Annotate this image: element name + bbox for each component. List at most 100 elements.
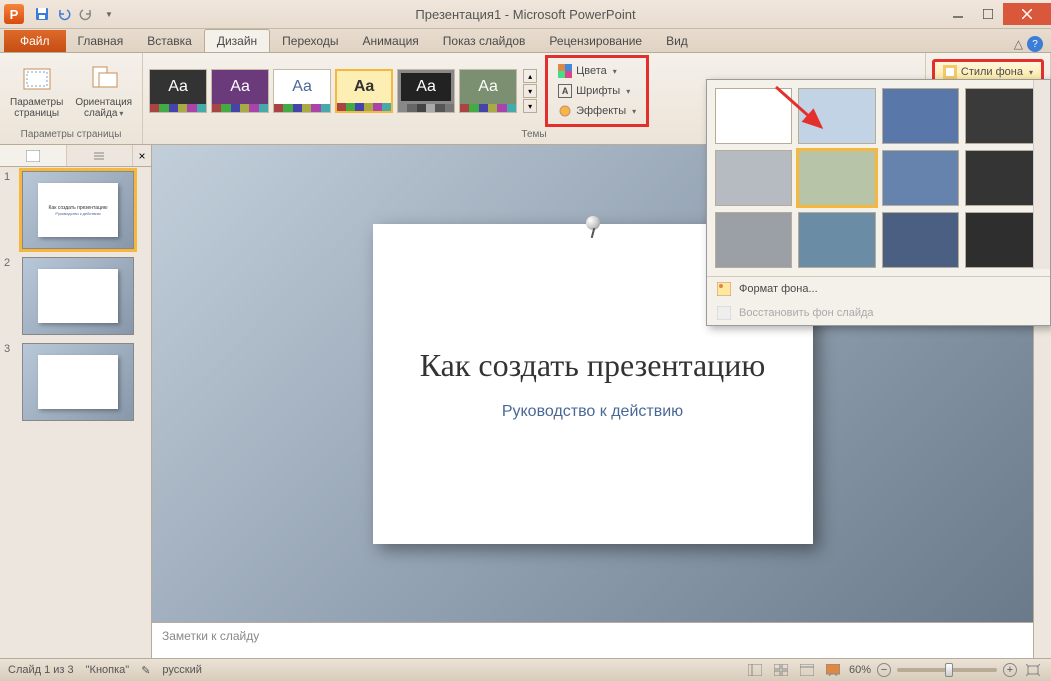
tab-home[interactable]: Главная — [66, 30, 136, 52]
orientation-button[interactable]: Ориентация слайда▾ — [71, 61, 136, 121]
theme-4[interactable]: Aa — [335, 69, 393, 113]
slide-title[interactable]: Как создать презентацию — [420, 346, 766, 384]
bg-swatch-8[interactable] — [965, 150, 1042, 206]
theme-gallery-up[interactable]: ▴ — [523, 69, 537, 83]
popup-scrollbar[interactable] — [1033, 80, 1050, 269]
zoom-slider-thumb[interactable] — [945, 663, 953, 677]
slide-thumbnail-3[interactable] — [22, 343, 134, 421]
minimize-button[interactable] — [943, 3, 973, 25]
page-setup-button[interactable]: Параметры страницы — [6, 61, 67, 121]
fonts-button[interactable]: AШрифты▾ — [552, 82, 642, 100]
spellcheck-icon[interactable]: ✎ — [141, 664, 150, 677]
fit-window-icon[interactable] — [1023, 662, 1043, 678]
tab-review[interactable]: Рецензирование — [537, 30, 654, 52]
bg-swatch-7[interactable] — [882, 150, 959, 206]
tab-insert[interactable]: Вставка — [135, 30, 204, 52]
bg-swatch-11[interactable] — [882, 212, 959, 268]
theme-options-group: Цвета▾ AШрифты▾ Эффекты▾ — [545, 55, 649, 127]
theme-3[interactable]: Aa — [273, 69, 331, 113]
tab-slideshow[interactable]: Показ слайдов — [431, 30, 538, 52]
tab-animation[interactable]: Анимация — [350, 30, 430, 52]
panel-close-icon[interactable]: × — [133, 145, 151, 166]
qat-more-icon[interactable]: ▼ — [98, 4, 118, 24]
bg-swatch-5[interactable] — [715, 150, 792, 206]
reset-bg-icon — [717, 306, 731, 320]
page-setup-label: Параметры страницы — [10, 97, 63, 119]
colors-button[interactable]: Цвета▾ — [552, 62, 642, 80]
close-button[interactable] — [1003, 3, 1051, 25]
app-icon: P — [4, 4, 24, 24]
help-icon[interactable]: ? — [1027, 36, 1043, 52]
title-bar: P ▼ Презентация1 - Microsoft PowerPoint — [0, 0, 1051, 29]
orientation-label: Ориентация слайда▾ — [75, 97, 132, 119]
slideshow-view-icon[interactable] — [823, 662, 843, 678]
bg-swatch-4[interactable] — [965, 88, 1042, 144]
tab-view[interactable]: Вид — [654, 30, 700, 52]
normal-view-icon[interactable] — [745, 662, 765, 678]
bg-swatch-9[interactable] — [715, 212, 792, 268]
theme-2[interactable]: Aa — [211, 69, 269, 113]
format-background-item[interactable]: Формат фона... — [707, 277, 1050, 301]
maximize-button[interactable] — [973, 3, 1003, 25]
theme-5[interactable]: Aa — [397, 69, 455, 113]
theme-gallery-more[interactable]: ▾ — [523, 99, 537, 113]
slides-tab[interactable] — [0, 145, 67, 166]
zoom-out-button[interactable]: − — [877, 663, 891, 677]
tab-design[interactable]: Дизайн — [204, 29, 270, 52]
colors-icon — [558, 64, 572, 78]
bg-swatch-6[interactable] — [798, 150, 875, 206]
ribbon-tabs: Файл Главная Вставка Дизайн Переходы Ани… — [0, 29, 1051, 53]
bg-swatch-3[interactable] — [882, 88, 959, 144]
bg-styles-icon — [943, 65, 957, 79]
thumbnail-item: 2 — [4, 257, 147, 335]
effects-icon — [558, 104, 572, 118]
outline-tab[interactable] — [67, 145, 134, 166]
zoom-in-button[interactable]: + — [1003, 663, 1017, 677]
group-page-params: Параметры страницы Ориентация слайда▾ Па… — [0, 53, 143, 144]
file-tab[interactable]: Файл — [4, 30, 66, 52]
save-icon[interactable] — [32, 4, 52, 24]
tab-transitions[interactable]: Переходы — [270, 30, 350, 52]
window-controls — [943, 3, 1051, 25]
thumbnail-item: 1 Как создать презентациюРуководство к д… — [4, 171, 147, 249]
slide-subtitle[interactable]: Руководство к действию — [502, 403, 683, 421]
ribbon-minimize-icon[interactable]: △ — [1014, 37, 1023, 51]
thumb-number: 2 — [4, 257, 16, 335]
bg-swatch-10[interactable] — [798, 212, 875, 268]
slide-panel-tabs: × — [0, 145, 151, 167]
bg-swatch-grid — [707, 80, 1050, 276]
notes-pane[interactable]: Заметки к слайду — [152, 622, 1033, 658]
thumb-number: 3 — [4, 343, 16, 421]
redo-icon[interactable] — [76, 4, 96, 24]
group-label-page: Параметры страницы — [6, 127, 136, 142]
bg-swatch-12[interactable] — [965, 212, 1042, 268]
theme-6[interactable]: Aa — [459, 69, 517, 113]
zoom-slider[interactable] — [897, 668, 997, 672]
undo-icon[interactable] — [54, 4, 74, 24]
thumbnail-list: 1 Как создать презентациюРуководство к д… — [0, 167, 151, 658]
format-bg-icon — [717, 282, 731, 296]
thumbnail-item: 3 — [4, 343, 147, 421]
sorter-view-icon[interactable] — [771, 662, 791, 678]
pushpin-icon — [584, 216, 602, 234]
theme-1[interactable]: Aa — [149, 69, 207, 113]
bg-swatch-1[interactable] — [715, 88, 792, 144]
status-bar: Слайд 1 из 3 "Кнопка" ✎ русский 60% − + — [0, 658, 1051, 681]
bg-swatch-2[interactable] — [798, 88, 875, 144]
zoom-value[interactable]: 60% — [849, 664, 871, 676]
reset-background-item: Восстановить фон слайда — [707, 301, 1050, 325]
theme-gallery-down[interactable]: ▾ — [523, 84, 537, 98]
slide-panel: × 1 Как создать презентациюРуководство к… — [0, 145, 152, 658]
language-status[interactable]: русский — [162, 664, 201, 676]
window-title: Презентация1 - Microsoft PowerPoint — [415, 7, 635, 22]
quick-access-toolbar: ▼ — [32, 4, 118, 24]
fonts-icon: A — [558, 84, 572, 98]
background-styles-popup: Формат фона... Восстановить фон слайда — [706, 79, 1051, 326]
slide-counter: Слайд 1 из 3 — [8, 664, 74, 676]
reading-view-icon[interactable] — [797, 662, 817, 678]
slide-thumbnail-2[interactable] — [22, 257, 134, 335]
slide-thumbnail-1[interactable]: Как создать презентациюРуководство к дей… — [22, 171, 134, 249]
effects-button[interactable]: Эффекты▾ — [552, 102, 642, 120]
thumb-number: 1 — [4, 171, 16, 249]
theme-name: "Кнопка" — [86, 664, 130, 676]
